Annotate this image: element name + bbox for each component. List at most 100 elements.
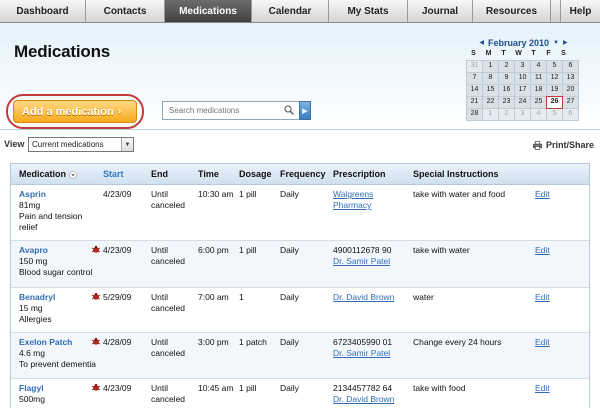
edit-link[interactable]: Edit [535,383,550,393]
medication-dose: 500mg [19,394,45,404]
col-medication[interactable]: Medication [11,169,103,179]
col-dosage[interactable]: Dosage [239,169,280,179]
calendar-day[interactable]: 11 [531,73,546,84]
calendar-day[interactable]: 6 [563,61,578,72]
prescription-cell: 2134457782 64 Dr. David Brown [333,379,413,408]
calendar-day[interactable]: 13 [563,73,578,84]
special-instructions: water [413,292,434,302]
calendar-weekday: S [561,50,566,57]
edit-link[interactable]: Edit [535,292,550,302]
calendar-grid: 31 1 2 3 4 5 6 7 8 9 10 11 12 13 14 15 16 17 18 19 20 21 22 23 2… [466,60,579,121]
month-dropdown-icon[interactable]: ▼ [553,40,559,46]
col-start[interactable]: Start [103,169,151,179]
bug-alert-icon[interactable] [91,292,101,301]
search-go-button[interactable]: ▶ [299,101,311,120]
tab-calendar[interactable]: Calendar [252,0,329,22]
time-value: 3:00 pm [198,337,229,347]
col-frequency[interactable]: Frequency [280,169,333,179]
calendar-day[interactable]: 1 [483,109,498,120]
calendar-day[interactable]: 5 [547,109,562,120]
calendar-day[interactable]: 22 [483,97,498,108]
print-share-link[interactable]: Print/Share [533,140,594,150]
tab-my-stats[interactable]: My Stats [329,0,408,22]
calendar-day[interactable]: 3 [515,61,530,72]
prev-month-icon[interactable]: ◀ [479,39,484,46]
calendar-day[interactable]: 9 [499,73,514,84]
tab-resources[interactable]: Resources [473,0,551,22]
col-special[interactable]: Special Instructions [413,169,535,179]
search-field[interactable] [162,101,299,120]
bug-alert-icon[interactable] [91,383,101,392]
calendar-day[interactable]: 4 [531,61,546,72]
calendar-day-today[interactable]: 26 [546,96,563,109]
tab-medications[interactable]: Medications [165,0,252,22]
calendar-day[interactable]: 8 [483,73,498,84]
calendar-day[interactable]: 5 [547,61,562,72]
prescriber-link[interactable]: Dr. Samir Patel [333,256,390,266]
bug-alert-icon[interactable] [91,245,101,254]
tab-dashboard[interactable]: Dashboard [0,0,86,22]
calendar-day[interactable]: 23 [499,97,514,108]
calendar-day[interactable]: 19 [547,85,562,96]
add-medication-label: Add a medication [22,105,114,118]
edit-link[interactable]: Edit [535,189,550,199]
time-value: 6:00 pm [198,245,229,255]
calendar-day[interactable]: 27 [563,97,578,108]
play-arrow-icon: ▶ [302,107,308,115]
calendar-day[interactable]: 6 [563,109,578,120]
tab-help[interactable]: Help [560,0,600,22]
edit-link[interactable]: Edit [535,337,550,347]
view-toolbar: View Current medications ▼ Print/Share [0,137,600,153]
edit-link[interactable]: Edit [535,245,550,255]
prescriber-link[interactable]: Dr. David Brown [333,394,394,404]
calendar-day[interactable]: 4 [531,109,546,120]
col-end[interactable]: End [151,169,198,179]
tab-journal[interactable]: Journal [408,0,473,22]
calendar-day[interactable]: 7 [467,73,482,84]
calendar-weekdays: SMTWTFS [466,50,581,60]
calendar-day[interactable]: 2 [499,109,514,120]
calendar-day[interactable]: 24 [515,97,530,108]
calendar-day[interactable]: 12 [547,73,562,84]
sort-arrow-icon[interactable] [68,170,77,179]
frequency-value: Daily [280,337,299,347]
prescriber-link[interactable]: Walgreens Pharmacy [333,189,373,210]
search-input[interactable] [169,106,273,115]
calendar-weekday: S [471,50,476,57]
medication-name-link[interactable]: Asprin [19,189,103,200]
prescriber-link[interactable]: Dr. Samir Patel [333,348,390,358]
search-icon[interactable] [284,105,294,115]
calendar-day[interactable]: 28 [467,109,482,120]
calendar-day[interactable]: 18 [531,85,546,96]
medication-purpose: To prevent dementia [19,359,97,369]
calendar-month-label[interactable]: February 2010 [488,38,549,48]
page-title: Medications [14,42,111,61]
prescriber-link[interactable]: Dr. David Brown [333,292,394,302]
calendar-day[interactable]: 15 [483,85,498,96]
calendar-day[interactable]: 1 [483,61,498,72]
calendar-day[interactable]: 25 [531,97,546,108]
chevron-down-icon[interactable]: ▼ [121,138,133,151]
add-medication-button[interactable]: Add a medication › [13,100,137,123]
start-date: 4/23/09 [103,189,132,199]
col-prescription[interactable]: Prescription [333,169,413,179]
table-body: Asprin 81mg Pain and tension relief 4/23/09… [11,185,589,408]
view-select[interactable]: Current medications ▼ [28,137,134,152]
end-date: Until canceled [151,292,186,313]
mini-calendar: ◀ February 2010 ▼ ▶ SMTWTFS 31 1 2 3 4 5 6 7 8 9 1… [466,37,581,121]
medication-dose: 81mg [19,200,41,210]
calendar-day[interactable]: 14 [467,85,482,96]
calendar-day[interactable]: 17 [515,85,530,96]
calendar-day[interactable]: 21 [467,97,482,108]
calendar-day[interactable]: 10 [515,73,530,84]
calendar-day[interactable]: 20 [563,85,578,96]
col-time[interactable]: Time [198,169,239,179]
add-medication-highlight: Add a medication › [6,94,144,129]
calendar-day[interactable]: 16 [499,85,514,96]
next-month-icon[interactable]: ▶ [563,39,568,46]
calendar-day[interactable]: 2 [499,61,514,72]
tab-contacts[interactable]: Contacts [86,0,165,22]
calendar-day[interactable]: 31 [467,61,482,72]
calendar-day[interactable]: 3 [515,109,530,120]
bug-alert-icon[interactable] [91,337,101,346]
